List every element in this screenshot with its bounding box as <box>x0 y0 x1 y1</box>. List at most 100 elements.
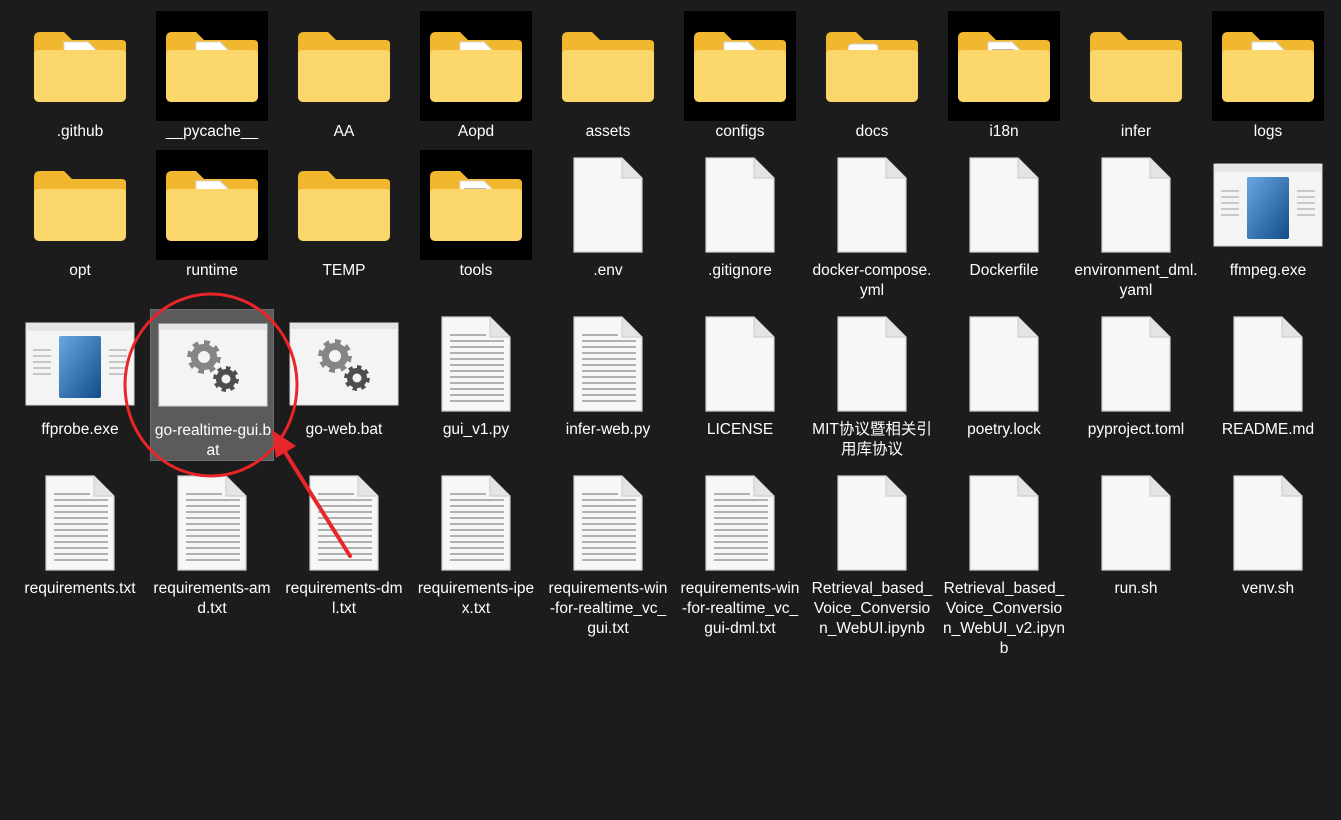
file-name-label: MIT协议暨相关引用库协议 <box>812 421 932 458</box>
folder-lines-icon <box>948 11 1060 121</box>
file-item[interactable]: .env <box>546 150 670 302</box>
file-item[interactable]: Retrieval_based_Voice_Conversion_WebUI_v… <box>942 468 1066 657</box>
file-item[interactable]: ffmpeg.exe <box>1206 150 1330 302</box>
file-name-label: gui_v1.py <box>442 421 510 438</box>
file-item[interactable]: infer-web.py <box>546 309 670 461</box>
file-item[interactable]: requirements-dml.txt <box>282 468 406 620</box>
file-item[interactable]: poetry.lock <box>942 309 1066 461</box>
exe-window-icon <box>24 309 136 419</box>
text-file-icon <box>552 468 664 578</box>
file-item[interactable]: configs <box>678 11 802 163</box>
file-name-label: logs <box>1253 123 1283 140</box>
text-file-icon <box>684 468 796 578</box>
file-item[interactable]: MIT协议暨相关引用库协议 <box>810 309 934 461</box>
file-item[interactable]: .github <box>18 11 142 163</box>
batch-gears-icon <box>157 310 269 420</box>
folder-lines-icon <box>420 150 532 260</box>
text-file-icon <box>420 309 532 419</box>
file-item[interactable]: TEMP <box>282 150 406 302</box>
folder-icon <box>24 150 136 260</box>
blank-file-icon <box>684 309 796 419</box>
file-item[interactable]: requirements-amd.txt <box>150 468 274 620</box>
file-name-label: poetry.lock <box>967 421 1041 438</box>
blank-file-icon <box>816 309 928 419</box>
file-name-label: environment_dml.yaml <box>1074 262 1198 299</box>
file-item[interactable]: Retrieval_based_Voice_Conversion_WebUI.i… <box>810 468 934 637</box>
folder-icon <box>288 11 400 121</box>
file-name-label: pyproject.toml <box>1087 421 1185 438</box>
blank-file-icon <box>1080 309 1192 419</box>
file-item[interactable]: logs <box>1206 11 1330 163</box>
file-name-label: infer-web.py <box>565 421 651 438</box>
file-item[interactable]: runtime <box>150 150 274 302</box>
blank-file-icon <box>1212 468 1324 578</box>
file-name-label: assets <box>585 123 631 140</box>
text-file-icon <box>156 468 268 578</box>
blank-file-icon <box>1212 309 1324 419</box>
file-name-label: requirements-amd.txt <box>153 580 271 617</box>
file-name-label: docs <box>855 123 889 140</box>
text-file-icon <box>288 468 400 578</box>
file-name-label: .gitignore <box>708 262 772 279</box>
file-name-label: docker-compose.yml <box>812 262 932 299</box>
file-name-label: AA <box>333 123 355 140</box>
file-item[interactable]: requirements.txt <box>18 468 142 620</box>
file-item[interactable]: requirements-ipex.txt <box>414 468 538 620</box>
file-name-label: venv.sh <box>1241 580 1295 597</box>
file-item[interactable]: requirements-win-for-realtime_vc_gui.txt <box>546 468 670 637</box>
blank-file-icon <box>948 309 1060 419</box>
file-item[interactable]: opt <box>18 150 142 302</box>
file-explorer-icon-view: .github __pycache__ AA Aopd assets configs doc… <box>0 0 1341 820</box>
file-name-label: opt <box>69 262 91 279</box>
file-item[interactable]: Aopd <box>414 11 538 163</box>
exe-window-icon <box>1212 150 1324 260</box>
file-name-label: ffprobe.exe <box>41 421 119 438</box>
file-item[interactable]: docs <box>810 11 934 163</box>
file-name-label: __pycache__ <box>165 123 259 140</box>
file-name-label: Retrieval_based_Voice_Conversion_WebUI.i… <box>811 580 933 637</box>
file-item[interactable]: venv.sh <box>1206 468 1330 620</box>
file-item[interactable]: environment_dml.yaml <box>1074 150 1198 302</box>
file-item[interactable]: __pycache__ <box>150 11 274 163</box>
file-item[interactable]: LICENSE <box>678 309 802 461</box>
file-item[interactable]: README.md <box>1206 309 1330 461</box>
folder-doc-icon <box>156 150 268 260</box>
text-file-icon <box>420 468 532 578</box>
file-name-label: go-web.bat <box>305 421 383 438</box>
file-item[interactable]: assets <box>546 11 670 163</box>
file-name-label: Retrieval_based_Voice_Conversion_WebUI_v… <box>942 580 1066 657</box>
file-name-label: README.md <box>1221 421 1315 438</box>
file-name-label: go-realtime-gui.bat <box>154 422 272 459</box>
folder-icon <box>552 11 664 121</box>
file-item[interactable]: .gitignore <box>678 150 802 302</box>
file-item[interactable]: tools <box>414 150 538 302</box>
file-item[interactable]: ffprobe.exe <box>18 309 142 461</box>
file-item[interactable]: infer <box>1074 11 1198 163</box>
blank-file-icon <box>1080 150 1192 260</box>
file-item[interactable]: go-web.bat <box>282 309 406 461</box>
file-item[interactable]: docker-compose.yml <box>810 150 934 302</box>
file-name-label: .github <box>56 123 104 140</box>
file-item[interactable]: requirements-win-for-realtime_vc_gui-dml… <box>678 468 802 637</box>
file-item[interactable]: run.sh <box>1074 468 1198 620</box>
file-item[interactable]: go-realtime-gui.bat <box>150 309 274 461</box>
file-name-label: run.sh <box>1114 580 1158 597</box>
file-name-label: configs <box>715 123 765 140</box>
file-item[interactable]: pyproject.toml <box>1074 309 1198 461</box>
file-name-label: requirements-ipex.txt <box>417 580 535 617</box>
folder-icon <box>1080 11 1192 121</box>
file-name-label: requirements-win-for-realtime_vc_gui.txt <box>548 580 668 637</box>
text-file-icon <box>24 468 136 578</box>
blank-file-icon <box>816 468 928 578</box>
folder-media-icon <box>420 11 532 121</box>
file-name-label: requirements.txt <box>24 580 136 597</box>
folder-doc-icon <box>684 11 796 121</box>
file-item[interactable]: Dockerfile <box>942 150 1066 302</box>
file-name-label: Dockerfile <box>969 262 1039 279</box>
blank-file-icon <box>552 150 664 260</box>
file-item[interactable]: gui_v1.py <box>414 309 538 461</box>
blank-file-icon <box>948 468 1060 578</box>
batch-gears-icon <box>288 309 400 419</box>
file-item[interactable]: AA <box>282 11 406 163</box>
file-item[interactable]: i18n <box>942 11 1066 163</box>
